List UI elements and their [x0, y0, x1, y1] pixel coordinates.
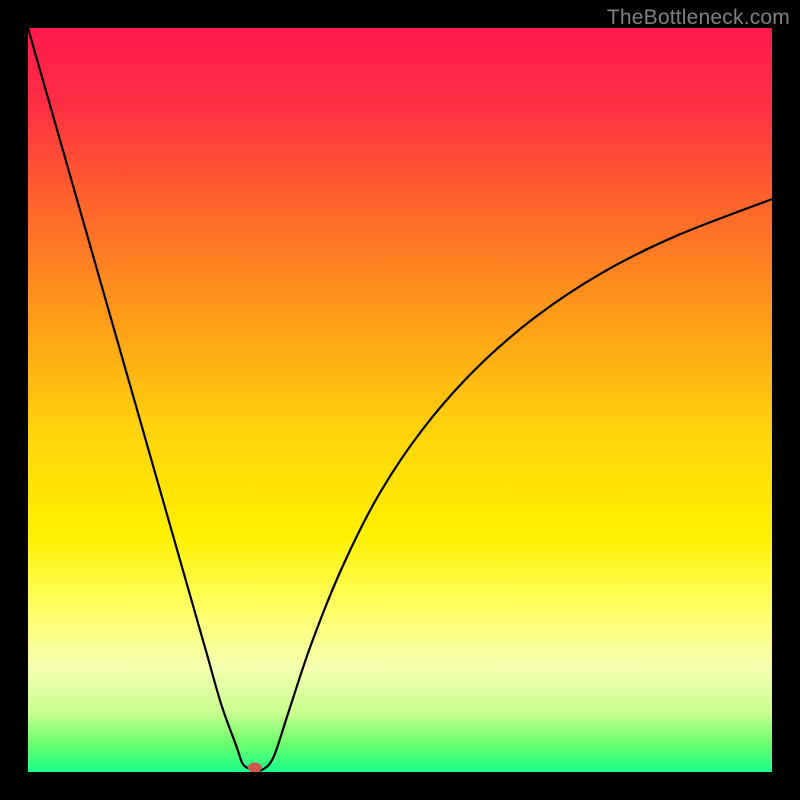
chart-frame: TheBottleneck.com [0, 0, 800, 800]
bottleneck-chart [28, 28, 772, 772]
gradient-background [28, 28, 772, 772]
watermark-text: TheBottleneck.com [607, 6, 790, 30]
plot-area [28, 28, 772, 772]
